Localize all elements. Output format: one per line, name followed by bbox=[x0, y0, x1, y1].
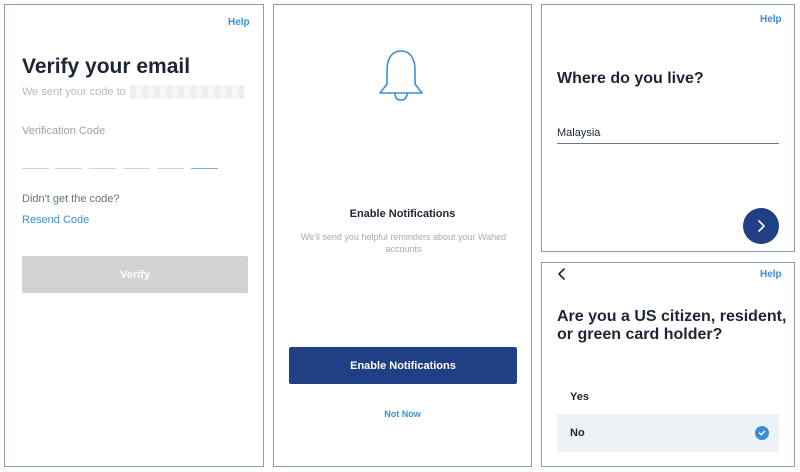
help-link[interactable]: Help bbox=[760, 14, 782, 25]
enable-notifications-button[interactable]: Enable Notifications bbox=[289, 347, 517, 384]
citizenship-question: Are you a US citizen, resident, or green… bbox=[557, 308, 787, 343]
help-link[interactable]: Help bbox=[228, 17, 250, 28]
check-icon bbox=[755, 426, 769, 440]
notifications-screen: Enable Notifications We'll send you help… bbox=[273, 4, 532, 467]
option-yes[interactable]: Yes bbox=[557, 378, 779, 416]
bell-icon bbox=[379, 50, 423, 101]
notifications-description: We'll send you helpful reminders about y… bbox=[300, 232, 507, 254]
resend-prompt: Didn't get the code? bbox=[22, 193, 120, 205]
residence-screen: Help Where do you live? Malaysia bbox=[541, 4, 795, 252]
notifications-title: Enable Notifications bbox=[349, 208, 456, 220]
code-digit-field[interactable] bbox=[22, 168, 49, 169]
verify-email-screen: Help Verify your email We sent your code… bbox=[4, 4, 264, 467]
masked-email bbox=[130, 85, 244, 99]
chevron-right-icon bbox=[758, 220, 765, 232]
verification-code-label: Verification Code bbox=[22, 125, 106, 137]
residence-question: Where do you live? bbox=[557, 70, 704, 87]
option-label: Yes bbox=[570, 391, 589, 403]
country-input-underline bbox=[557, 143, 779, 144]
option-no[interactable]: No bbox=[557, 414, 779, 452]
code-digit-field[interactable] bbox=[89, 168, 116, 169]
country-input[interactable]: Malaysia bbox=[557, 127, 600, 139]
resend-code-link[interactable]: Resend Code bbox=[22, 214, 89, 226]
code-digit-field[interactable] bbox=[55, 168, 82, 169]
code-digit-field[interactable] bbox=[191, 168, 218, 169]
verify-button[interactable]: Verify bbox=[22, 256, 248, 293]
option-label: No bbox=[570, 427, 585, 439]
chevron-left-icon[interactable] bbox=[557, 268, 567, 280]
next-button[interactable] bbox=[743, 208, 779, 244]
code-digit-field[interactable] bbox=[123, 168, 150, 169]
code-digit-field[interactable] bbox=[157, 168, 184, 169]
code-sent-text: We sent your code to bbox=[22, 86, 126, 98]
citizenship-screen: Help Are you a US citizen, resident, or … bbox=[541, 262, 795, 467]
help-link[interactable]: Help bbox=[760, 269, 782, 280]
page-title: Verify your email bbox=[22, 55, 191, 78]
not-now-link[interactable]: Not Now bbox=[274, 409, 531, 419]
